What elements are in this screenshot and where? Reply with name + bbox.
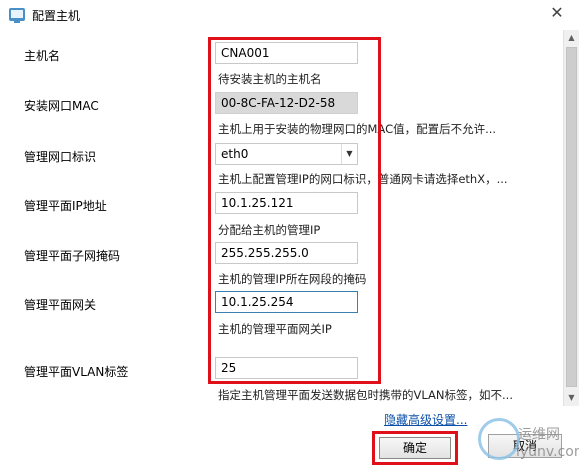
hostname-input[interactable]: CNA001 [215, 42, 358, 64]
vertical-scrollbar[interactable]: ▲ ▼ [563, 30, 579, 406]
form-panel: 主机名 CNA001 待安装主机的主机名 安装网口MAC 00-8C-FA-12… [0, 30, 563, 406]
mgmt-gateway-label: 管理平面网关 [24, 298, 97, 312]
mac-hint: 主机上用于安装的物理网口的MAC值，配置后不允许... [218, 122, 497, 136]
ok-button[interactable]: 确定 [379, 437, 451, 459]
vlan-hint: 指定主机管理平面发送数据包时携带的VLAN标签，如不... [218, 388, 513, 402]
scroll-thumb[interactable] [566, 47, 577, 387]
cancel-button[interactable]: 取消 [488, 434, 562, 458]
mgmt-gateway-hint: 主机的管理平面网关IP [218, 322, 332, 336]
dialog-footer: 隐藏高级设置... 确定 取消 [0, 406, 579, 467]
mgmt-mask-hint: 主机的管理IP所在网段的掩码 [218, 272, 367, 286]
mgmt-ip-input[interactable]: 10.1.25.121 [215, 192, 358, 214]
mgmt-nic-value: eth0 [221, 147, 249, 161]
hide-advanced-link[interactable]: 隐藏高级设置... [384, 411, 467, 428]
mgmt-nic-select[interactable]: eth0 ▼ [215, 143, 358, 165]
mgmt-nic-hint: 主机上配置管理IP的网口标识，普通网卡请选择ethX，... [218, 172, 508, 186]
mgmt-mask-input[interactable]: 255.255.255.0 [215, 242, 358, 264]
vlan-input[interactable]: 25 [215, 357, 358, 379]
mgmt-mask-label: 管理平面子网掩码 [24, 249, 121, 263]
close-icon: ✕ [550, 3, 564, 22]
mgmt-gateway-input[interactable]: 10.1.25.254 [215, 291, 358, 313]
title-bar: 配置主机 ✕ [0, 0, 579, 30]
hostname-label: 主机名 [24, 49, 61, 63]
mgmt-nic-label: 管理网口标识 [24, 150, 97, 164]
app-icon [9, 8, 25, 23]
mac-field: 00-8C-FA-12-D2-58 [215, 92, 358, 114]
close-button[interactable]: ✕ [540, 2, 574, 26]
scroll-down-icon[interactable]: ▼ [564, 390, 579, 406]
window-title: 配置主机 [32, 9, 81, 23]
hostname-hint: 待安装主机的主机名 [218, 72, 322, 86]
scroll-up-icon[interactable]: ▲ [564, 30, 579, 46]
mgmt-ip-hint: 分配给主机的管理IP [218, 223, 321, 237]
mgmt-ip-label: 管理平面IP地址 [24, 199, 107, 213]
chevron-down-icon[interactable]: ▼ [341, 144, 357, 164]
ok-button-highlight: 确定 [372, 431, 458, 465]
mac-label: 安装网口MAC [24, 99, 99, 113]
vlan-label: 管理平面VLAN标签 [24, 365, 129, 379]
